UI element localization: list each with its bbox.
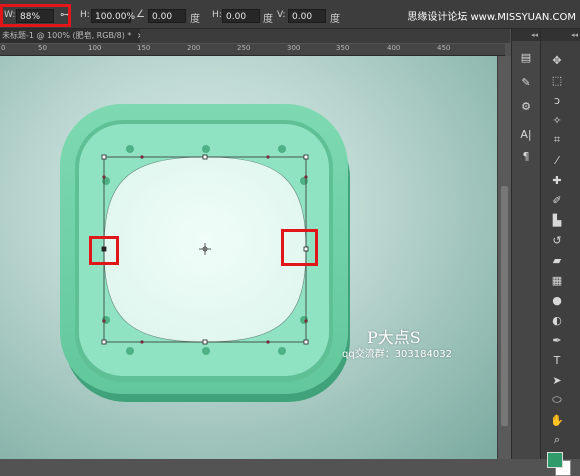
- right-handle-highlight: [281, 229, 318, 266]
- document-tab-title: 未标题-1 @ 100% (肥皂, RGB/8) *: [2, 31, 132, 40]
- ruler-tick: 50: [38, 44, 47, 52]
- panel-dock: ◂◂ ▤ ✎ ⚙ A| ¶: [511, 29, 541, 459]
- history-icon[interactable]: ▤: [515, 48, 537, 66]
- options-bar: W: 88% ⊶ H: 100.00% ∠ 0.00 度 H: 0.00 度 V…: [0, 0, 580, 29]
- blur-tool-icon[interactable]: ●: [545, 291, 569, 309]
- crop-tool-icon[interactable]: ⌗: [545, 131, 569, 149]
- hand-tool-icon[interactable]: ✋: [545, 411, 569, 429]
- ruler-tick: 150: [137, 44, 151, 52]
- foreground-color-swatch[interactable]: [547, 452, 563, 468]
- clone-stamp-tool-icon[interactable]: ▙: [545, 211, 569, 229]
- healing-brush-tool-icon[interactable]: ✚: [545, 171, 569, 189]
- ruler-tick: 200: [187, 44, 201, 52]
- ruler-tick: 300: [287, 44, 301, 52]
- dodge-tool-icon[interactable]: ◐: [545, 311, 569, 329]
- height-label: H:: [80, 10, 90, 20]
- left-handle-highlight: [89, 236, 119, 265]
- lasso-tool-icon[interactable]: ↄ: [545, 91, 569, 109]
- eraser-tool-icon[interactable]: ▰: [545, 251, 569, 269]
- paragraph-icon[interactable]: ¶: [515, 147, 537, 165]
- vskew-label: V:: [277, 10, 286, 20]
- rotate-angle-icon: ∠: [136, 9, 145, 20]
- hskew-unit: 度: [263, 14, 273, 25]
- vskew-input[interactable]: 0.00: [288, 9, 326, 23]
- adjustments-icon[interactable]: ⚙: [515, 97, 537, 115]
- character-icon[interactable]: A|: [515, 125, 537, 143]
- scrollbar-thumb[interactable]: [501, 186, 508, 426]
- zoom-tool-icon[interactable]: ⌕: [545, 431, 569, 449]
- eyedropper-tool-icon[interactable]: ⁄: [545, 151, 569, 169]
- tools-panel: ◂◂ ✥ ⬚ ↄ ✧ ⌗ ⁄ ✚ ✐ ▙ ↺ ▰ ▦ ● ◐ ✒ T ➤ ⬭ ✋…: [540, 29, 580, 476]
- move-tool-icon[interactable]: ✥: [545, 51, 569, 69]
- hskew-input[interactable]: 0.00: [222, 9, 260, 23]
- brush-presets-icon[interactable]: ✎: [515, 73, 537, 91]
- magic-wand-tool-icon[interactable]: ✧: [545, 111, 569, 129]
- brush-tool-icon[interactable]: ✐: [545, 191, 569, 209]
- panel-dock-header[interactable]: ◂◂: [512, 29, 541, 41]
- ruler-tick: 350: [336, 44, 350, 52]
- pen-tool-icon[interactable]: ✒: [545, 331, 569, 349]
- ruler-tick: 250: [237, 44, 251, 52]
- ruler-tick: 400: [387, 44, 401, 52]
- type-tool-icon[interactable]: T: [545, 351, 569, 369]
- horizontal-ruler: 0 50 100 150 200 250 300 350 400 450: [0, 44, 505, 56]
- watermark: 思缘设计论坛 www.MISSYUAN.COM: [407, 12, 576, 23]
- vskew-unit: 度: [330, 14, 340, 25]
- hskew-label: H:: [212, 10, 222, 20]
- history-brush-tool-icon[interactable]: ↺: [545, 231, 569, 249]
- gradient-tool-icon[interactable]: ▦: [545, 271, 569, 289]
- ellipse-tool-icon[interactable]: ⬭: [545, 391, 569, 409]
- vertical-scrollbar[interactable]: [497, 56, 511, 459]
- width-field-highlight: [0, 4, 71, 27]
- ruler-tick: 450: [437, 44, 451, 52]
- ruler-tick: 100: [88, 44, 102, 52]
- artwork: [60, 104, 350, 402]
- document-canvas[interactable]: P大点S qq交流群：303184032: [0, 56, 497, 459]
- height-input[interactable]: 100.00%: [91, 9, 135, 23]
- document-tab[interactable]: 未标题-1 @ 100% (肥皂, RGB/8) * ×: [0, 29, 142, 43]
- rotate-input[interactable]: 0.00: [148, 9, 186, 23]
- ruler-tick: 0: [1, 44, 6, 52]
- rotate-unit: 度: [190, 14, 200, 25]
- tools-panel-header[interactable]: ◂◂: [541, 29, 580, 41]
- qq-group-note: qq交流群：303184032: [342, 349, 452, 360]
- tab-bar-filler: [140, 29, 510, 43]
- marquee-tool-icon[interactable]: ⬚: [545, 71, 569, 89]
- path-selection-tool-icon[interactable]: ➤: [545, 371, 569, 389]
